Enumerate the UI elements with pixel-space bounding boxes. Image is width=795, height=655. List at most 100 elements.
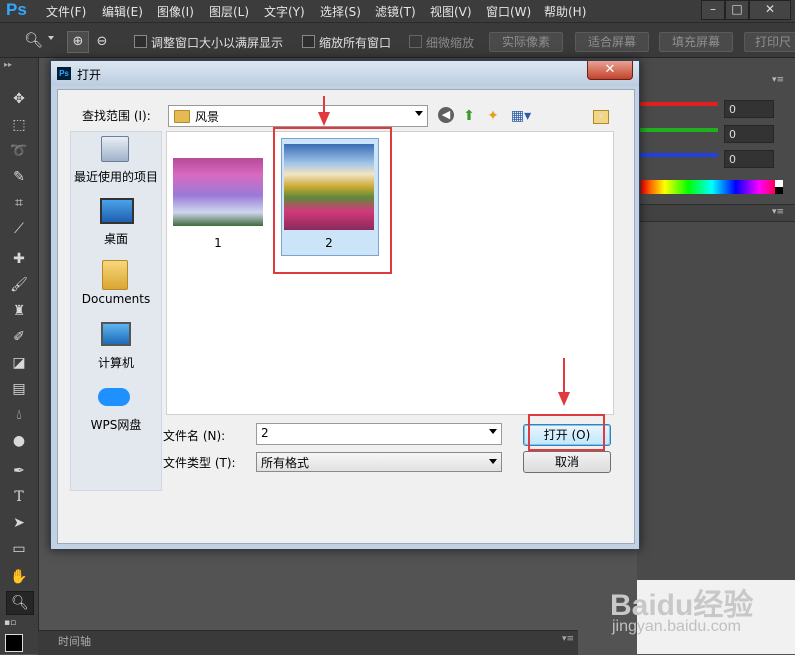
panel-menu-icon[interactable]: ▾≡ — [772, 75, 784, 85]
menu-view[interactable]: 视图(V) — [430, 3, 472, 20]
documents-folder-icon — [102, 260, 128, 290]
blur-tool-icon[interactable]: 💧︎ — [6, 404, 32, 426]
blue-value-field[interactable]: 0 — [724, 150, 774, 168]
print-size-button[interactable]: 打印尺 — [744, 32, 795, 52]
look-in-value: 风景 — [195, 110, 220, 124]
filename-input[interactable]: 2 — [256, 423, 502, 445]
zoom-in-icon[interactable]: ⊕ — [67, 31, 89, 53]
file-thumbnail-1[interactable] — [173, 158, 263, 226]
second-panel-menu-icon[interactable]: ▾≡ — [772, 207, 784, 217]
watermark-url: jingyan.baidu.com — [612, 618, 741, 635]
timeline-bar — [38, 630, 578, 655]
menu-image[interactable]: 图像(I) — [157, 3, 194, 20]
menu-type[interactable]: 文字(Y) — [264, 3, 305, 20]
hand-tool-icon[interactable]: ✋ — [6, 566, 32, 588]
photoshop-logo: Ps — [6, 0, 27, 19]
rectangle-tool-icon[interactable]: ▭ — [6, 538, 32, 560]
zoom-all-windows-label: 缩放所有窗口 — [319, 36, 392, 50]
dodge-tool-icon[interactable]: ● — [6, 430, 32, 452]
red-value-field[interactable]: 0 — [724, 100, 774, 118]
actual-pixels-button[interactable]: 实际像素 — [489, 32, 563, 52]
pen-tool-icon[interactable]: ✒ — [6, 460, 32, 482]
menu-file[interactable]: 文件(F) — [46, 3, 86, 20]
timeline-tab[interactable]: 时间轴 — [58, 633, 91, 649]
scrubby-zoom-label: 细微缩放 — [426, 36, 475, 50]
cancel-button[interactable]: 取消 — [523, 451, 611, 473]
favorites-folder-icon[interactable]: ★ — [593, 110, 609, 124]
dialog-title: 打开 — [77, 68, 102, 82]
place-documents[interactable]: Documents — [71, 256, 161, 312]
fill-screen-button[interactable]: 填充屏幕 — [659, 32, 733, 52]
maximize-button[interactable]: □ — [725, 0, 749, 20]
close-window-button[interactable]: ✕ — [749, 0, 791, 20]
zoom-tool-active-icon[interactable]: 🔍︎ — [6, 591, 34, 615]
chevron-down-icon — [489, 459, 497, 464]
place-label-recent: 最近使用的项目 — [73, 170, 158, 184]
back-icon[interactable]: ◀ — [438, 107, 454, 123]
default-colors-icon[interactable]: ▪▫ — [4, 618, 16, 628]
history-brush-tool-icon[interactable]: ✐ — [6, 326, 32, 348]
place-label-documents: Documents — [81, 292, 151, 306]
filetype-dropdown[interactable]: 所有格式 — [256, 452, 502, 472]
marquee-tool-icon[interactable]: ⬚ — [6, 114, 32, 136]
menu-filter[interactable]: 滤镜(T) — [375, 3, 416, 20]
green-value-field[interactable]: 0 — [724, 125, 774, 143]
place-label-wps: WPS网盘 — [90, 418, 142, 432]
menu-window[interactable]: 窗口(W) — [486, 3, 531, 20]
collapse-panel-icon[interactable]: ▸▸ — [4, 60, 12, 69]
timeline-menu-icon[interactable]: ▾≡ — [562, 634, 574, 644]
look-in-label: 查找范围 (I): — [82, 109, 151, 123]
recent-items-icon — [101, 136, 129, 162]
look-in-dropdown[interactable]: 风景 — [168, 105, 428, 127]
move-tool-icon[interactable]: ✥ — [6, 88, 32, 110]
lasso-tool-icon[interactable]: ➰ — [6, 140, 32, 162]
place-recent[interactable]: 最近使用的项目 — [71, 132, 161, 188]
brush-tool-icon[interactable]: 🖌︎ — [6, 274, 32, 296]
fit-screen-button[interactable]: 适合屏幕 — [575, 32, 649, 52]
healing-brush-tool-icon[interactable]: ✚ — [6, 248, 32, 270]
resize-windows-label: 调整窗口大小以满屏显示 — [151, 36, 284, 50]
eraser-tool-icon[interactable]: ◪ — [6, 352, 32, 374]
menu-select[interactable]: 选择(S) — [320, 3, 361, 20]
file-name-1[interactable]: 1 — [198, 236, 238, 250]
gradient-tool-icon[interactable]: ▤ — [6, 378, 32, 400]
filetype-value: 所有格式 — [261, 456, 310, 470]
zoom-all-windows-checkbox[interactable] — [302, 35, 315, 48]
new-folder-icon[interactable]: ✦ — [484, 107, 502, 125]
eyedropper-tool-icon[interactable]: ⟋ — [6, 218, 32, 240]
red-slider[interactable] — [640, 102, 718, 106]
menu-help[interactable]: 帮助(H) — [544, 3, 586, 20]
annotation-arrow-open-head — [558, 392, 570, 406]
up-folder-icon[interactable]: ⬆ — [460, 107, 478, 125]
place-wps-cloud[interactable]: WPS网盘 — [71, 380, 161, 436]
place-label-desktop: 桌面 — [103, 232, 128, 246]
wps-cloud-icon — [98, 388, 130, 406]
annotation-arrow-file-head — [318, 112, 330, 126]
place-desktop[interactable]: 桌面 — [71, 194, 161, 250]
annotation-box-file — [273, 127, 392, 274]
blue-slider[interactable] — [640, 153, 718, 157]
zoom-tool-icon[interactable]: 🔍︎ — [24, 31, 43, 49]
scrubby-zoom-checkbox[interactable] — [409, 35, 422, 48]
green-slider[interactable] — [640, 128, 718, 132]
menu-layer[interactable]: 图层(L) — [209, 3, 249, 20]
filename-label: 文件名 (N): — [163, 429, 226, 443]
black-white-swatch[interactable] — [775, 180, 783, 194]
minimize-button[interactable]: – — [701, 0, 725, 20]
chevron-down-icon[interactable] — [489, 429, 497, 434]
tool-preset-dropdown-icon[interactable] — [48, 36, 54, 40]
view-menu-icon[interactable]: ▦▾ — [508, 107, 534, 125]
color-spectrum-bar[interactable] — [641, 180, 783, 194]
crop-tool-icon[interactable]: ⌗ — [6, 192, 32, 214]
clone-stamp-tool-icon[interactable]: ♜ — [6, 300, 32, 322]
quick-select-tool-icon[interactable]: ✎ — [6, 166, 32, 188]
path-selection-tool-icon[interactable]: ➤ — [6, 512, 32, 534]
type-tool-icon[interactable]: T — [6, 486, 32, 508]
foreground-color-swatch[interactable] — [5, 634, 23, 652]
dialog-close-button[interactable]: ✕ — [587, 61, 633, 80]
menu-edit[interactable]: 编辑(E) — [102, 3, 143, 20]
chevron-down-icon — [415, 111, 423, 116]
zoom-out-icon[interactable]: ⊖ — [91, 31, 113, 53]
place-computer[interactable]: 计算机 — [71, 318, 161, 374]
resize-windows-checkbox[interactable] — [134, 35, 147, 48]
